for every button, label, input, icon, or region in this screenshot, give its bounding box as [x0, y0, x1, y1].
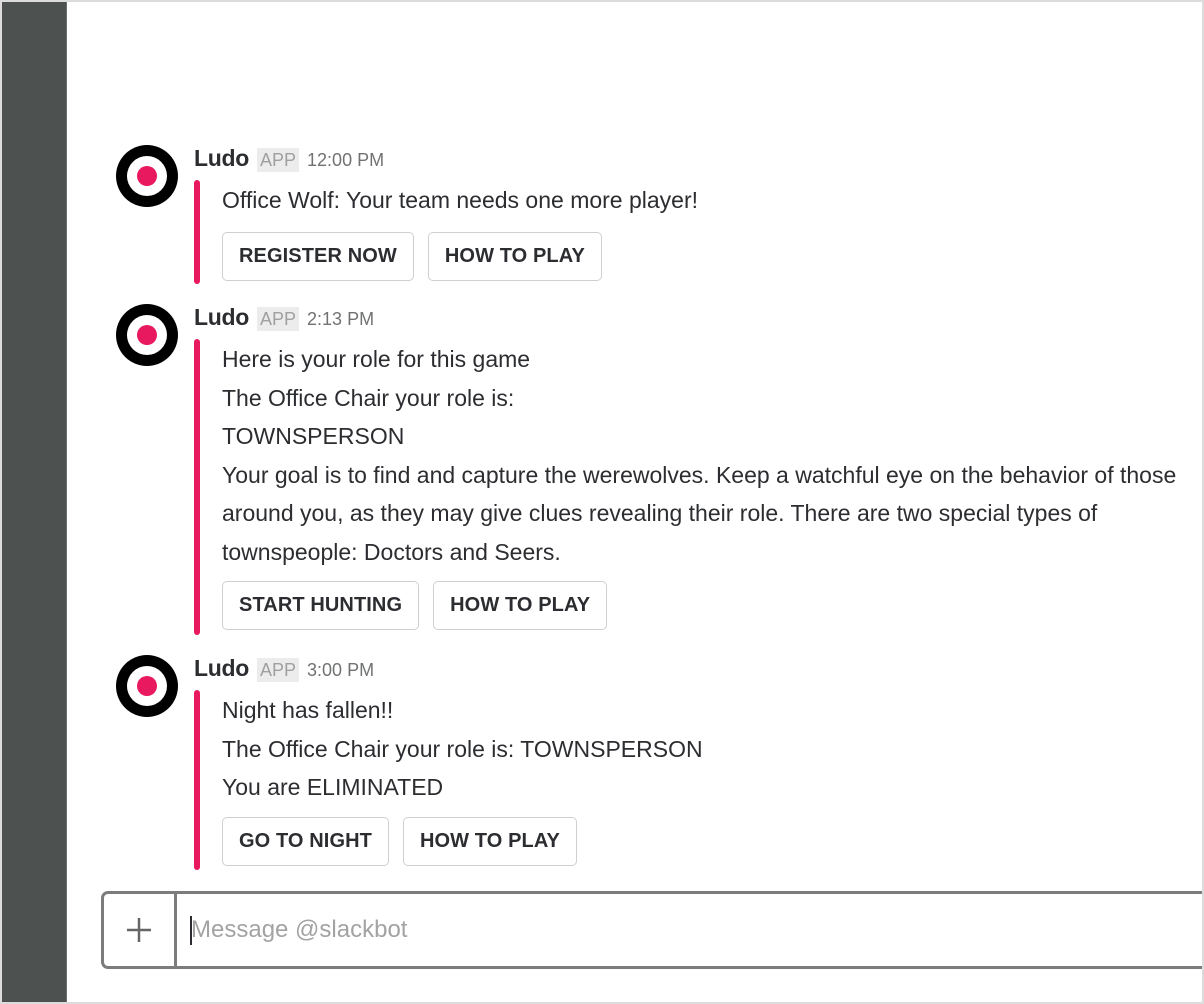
how-to-play-button[interactable]: HOW TO PLAY: [427, 231, 602, 281]
app-badge: APP: [257, 307, 300, 331]
message-text: The Office Chair your role is:: [222, 384, 515, 411]
action-buttons: GO TO NIGHT HOW TO PLAY: [222, 816, 1202, 866]
message-text: Office Wolf: Your team needs one more pl…: [222, 187, 699, 213]
target-logo-icon[interactable]: [116, 655, 178, 717]
avatar-dot: [137, 676, 157, 696]
app-badge: APP: [257, 658, 300, 682]
attach-button[interactable]: [104, 894, 177, 966]
message-header: Ludo APP 2:13 PM: [194, 304, 374, 334]
message-header: Ludo APP 3:00 PM: [194, 655, 374, 685]
attachment-accent-bar: [194, 180, 200, 284]
message-composer: [101, 891, 1202, 969]
role-text: TOWNSPERSON: [222, 423, 405, 449]
target-logo-icon[interactable]: [116, 145, 178, 207]
message-text: You are ELIMINATED: [222, 774, 444, 800]
how-to-play-button[interactable]: HOW TO PLAY: [433, 581, 608, 630]
sender-name[interactable]: Ludo: [194, 655, 249, 682]
app-badge: APP: [257, 148, 300, 172]
role-description: Your goal is to find and capture the wer…: [222, 461, 1177, 565]
text-caret: [190, 916, 192, 945]
timestamp[interactable]: 12:00 PM: [307, 150, 384, 171]
plus-icon: [127, 918, 151, 942]
timestamp[interactable]: 3:00 PM: [307, 660, 374, 681]
sender-name[interactable]: Ludo: [194, 145, 249, 172]
start-hunting-button[interactable]: START HUNTING: [222, 581, 420, 630]
message-text: Night has fallen!!: [222, 697, 394, 723]
message-input[interactable]: [177, 894, 1202, 966]
attachment-accent-bar: [194, 339, 200, 635]
attachment-body: Night has fallen!! The Office Chair your…: [222, 691, 1202, 866]
go-to-night-button[interactable]: GO TO NIGHT: [222, 816, 389, 866]
attachment-body: Office Wolf: Your team needs one more pl…: [222, 181, 1202, 281]
message-input-wrapper: [177, 894, 1202, 966]
action-buttons: REGISTER NOW HOW TO PLAY: [222, 231, 1202, 281]
timestamp[interactable]: 2:13 PM: [307, 309, 374, 330]
target-logo-icon[interactable]: [116, 304, 178, 366]
sidebar: [2, 2, 67, 1002]
app-window: Ludo APP 12:00 PM Office Wolf: Your team…: [0, 0, 1204, 1004]
message-text: The Office Chair your role is: TOWNSPERS…: [222, 735, 703, 762]
message-header: Ludo APP 12:00 PM: [194, 145, 384, 175]
action-buttons: START HUNTING HOW TO PLAY: [222, 581, 1202, 630]
how-to-play-button[interactable]: HOW TO PLAY: [402, 816, 577, 866]
attachment-accent-bar: [194, 690, 200, 870]
avatar-dot: [137, 166, 157, 186]
avatar-dot: [137, 325, 157, 345]
message-text: Here is your role for this game: [222, 346, 531, 372]
attachment-body: Here is your role for this game The Offi…: [222, 340, 1202, 630]
sender-name[interactable]: Ludo: [194, 304, 249, 331]
register-now-button[interactable]: REGISTER NOW: [222, 231, 414, 281]
